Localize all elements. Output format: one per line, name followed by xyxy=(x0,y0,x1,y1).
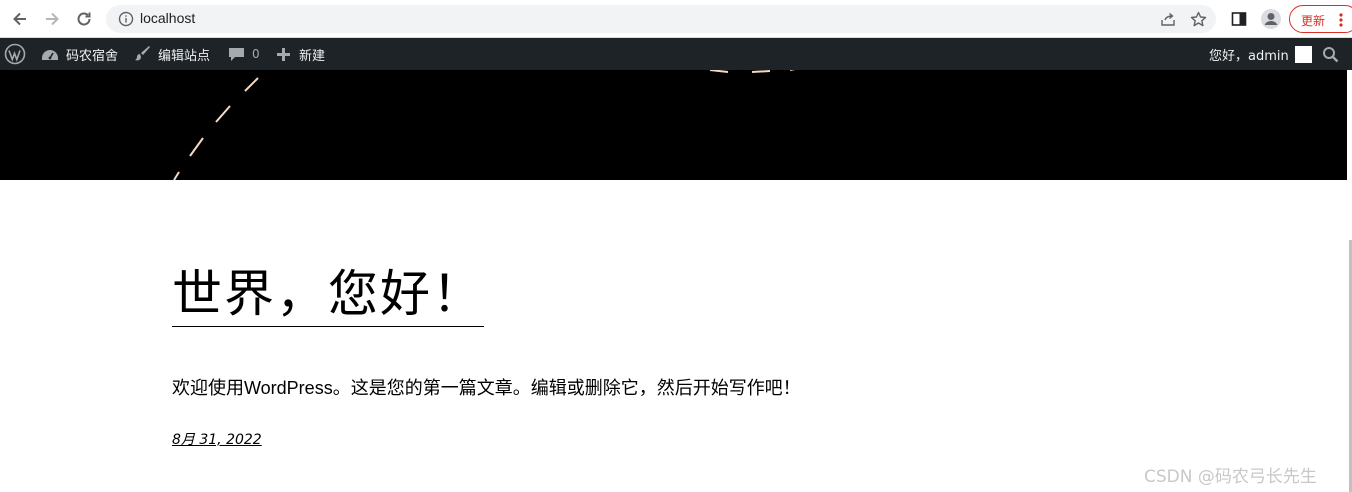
comment-bubble-icon xyxy=(229,48,244,61)
wordpress-logo-icon xyxy=(4,43,26,65)
post-title-link[interactable]: 世界，您好！ xyxy=(172,262,484,327)
url-text[interactable]: localhost xyxy=(140,10,195,26)
new-content-menu[interactable]: 新建 xyxy=(276,38,325,70)
comments-menu[interactable]: 0 xyxy=(228,38,260,70)
search-icon xyxy=(1323,46,1339,62)
address-bar[interactable]: localhost xyxy=(106,5,1216,33)
bookmark-star-icon[interactable] xyxy=(1188,9,1208,29)
search-button[interactable] xyxy=(1322,38,1339,70)
site-name-menu[interactable]: 码农宿舍 xyxy=(41,38,118,70)
forward-button[interactable] xyxy=(40,7,64,31)
greeting-label: 您好，admin xyxy=(1209,48,1289,64)
forward-arrow-icon xyxy=(46,12,59,26)
share-icon[interactable] xyxy=(1158,9,1178,29)
profile-avatar[interactable] xyxy=(1259,7,1283,31)
post-date-link[interactable]: 8月 31, 2022 xyxy=(172,429,262,449)
my-account-menu[interactable]: 您好，admin xyxy=(1209,38,1312,70)
dashed-arc-graphic xyxy=(173,70,796,180)
wp-admin-bar: 码农宿舍 编辑站点 0 新建 您好，admin xyxy=(0,38,1352,70)
new-label: 新建 xyxy=(299,48,326,64)
wp-logo-menu[interactable] xyxy=(4,38,26,70)
site-info-icon[interactable] xyxy=(116,9,136,29)
plus-icon xyxy=(277,47,290,61)
post-content: 欢迎使用WordPress。这是您的第一篇文章。编辑或删除它，然后开始写作吧！ xyxy=(172,378,801,398)
side-panel-icon[interactable] xyxy=(1227,7,1251,31)
dashboard-gauge-icon xyxy=(42,50,58,60)
header-image xyxy=(0,70,1347,180)
paintbrush-icon xyxy=(135,46,150,61)
customize-label: 编辑站点 xyxy=(158,48,211,64)
update-label: 更新 xyxy=(1301,14,1326,28)
update-button[interactable]: 更新 xyxy=(1289,5,1352,33)
browser-toolbar: localhost 更新 xyxy=(0,0,1352,38)
customize-menu[interactable]: 编辑站点 xyxy=(134,38,210,70)
back-button[interactable] xyxy=(8,7,32,31)
back-arrow-icon xyxy=(13,12,26,26)
more-menu-icon xyxy=(1339,13,1343,27)
csdn-watermark: CSDN @码农弓长先生 xyxy=(1144,467,1317,487)
user-avatar xyxy=(1294,45,1312,63)
site-name-label: 码农宿舍 xyxy=(66,48,119,64)
reload-button[interactable] xyxy=(72,7,96,31)
comments-count: 0 xyxy=(252,47,260,61)
reload-icon xyxy=(77,12,91,26)
